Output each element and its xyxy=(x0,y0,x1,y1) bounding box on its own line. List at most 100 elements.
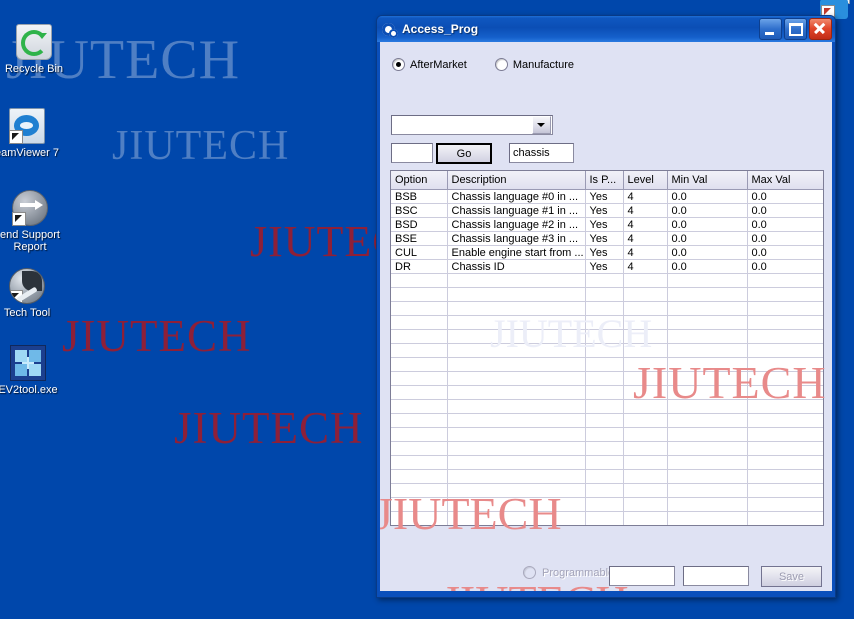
go-button[interactable]: Go xyxy=(436,143,492,164)
table-cell-max-val: 0.0 xyxy=(747,231,823,246)
desktop-icon-recycle-bin[interactable]: Recycle Bin xyxy=(0,24,72,75)
desktop-icon-label: EV2tool.exe xyxy=(0,384,58,396)
table-row-empty[interactable] xyxy=(391,371,823,386)
table-cell-empty xyxy=(447,329,586,344)
table-row-empty[interactable] xyxy=(391,399,823,414)
dialog-body: AfterMarket Manufacture Go chassis Optio… xyxy=(380,42,832,591)
table-row[interactable]: BSD Chassis language #2 in ... Yes 4 0.0 0.0 xyxy=(391,217,823,232)
table-row-empty[interactable] xyxy=(391,315,823,330)
parameters-grid[interactable]: Option Description Is P... Level Min Val… xyxy=(390,170,824,526)
table-row[interactable]: CUL Enable engine start from ... Yes 4 0.0 0.… xyxy=(391,245,823,260)
radio-manufacture[interactable]: Manufacture xyxy=(494,58,575,71)
desktop-icon-send-support-report[interactable]: end Support Report xyxy=(0,190,68,253)
table-row-empty[interactable] xyxy=(391,427,823,442)
table-cell-empty xyxy=(447,469,586,484)
table-row[interactable]: BSC Chassis language #1 in ... Yes 4 0.0 0.0 xyxy=(391,203,823,218)
table-cell-empty xyxy=(747,441,823,456)
watermark-text: JIUTECH xyxy=(62,311,252,361)
code-input[interactable] xyxy=(391,143,433,163)
table-cell-description: Chassis ID xyxy=(447,259,586,274)
table-cell-empty xyxy=(447,497,586,512)
grid-header-row: Option Description Is P... Level Min Val… xyxy=(391,171,823,190)
close-icon[interactable] xyxy=(809,18,832,40)
table-cell-empty xyxy=(447,399,586,414)
table-cell-empty xyxy=(667,287,748,302)
table-cell-empty xyxy=(585,497,624,512)
table-cell-option: BSE xyxy=(391,231,448,246)
desktop-icon-dev2tool[interactable]: EV2tool.exe xyxy=(0,345,66,396)
table-cell-empty xyxy=(585,287,624,302)
table-cell-empty xyxy=(447,301,586,316)
table-cell-empty xyxy=(623,413,668,428)
grid-col-level[interactable]: Level xyxy=(623,171,668,190)
table-cell-empty xyxy=(585,315,624,330)
table-row-empty[interactable] xyxy=(391,526,824,527)
table-cell-empty xyxy=(391,385,448,400)
table-cell-empty xyxy=(585,357,624,372)
table-row-empty[interactable] xyxy=(391,441,823,456)
desktop-icon-tech-tool[interactable]: Tech Tool xyxy=(0,268,65,319)
shortcut-arrow-icon xyxy=(10,290,23,303)
table-row-empty[interactable] xyxy=(391,511,823,525)
value1-input[interactable] xyxy=(609,566,675,586)
table-row[interactable]: DR Chassis ID Yes 4 0.0 0.0 xyxy=(391,259,823,274)
table-cell-empty xyxy=(447,413,586,428)
table-row-empty[interactable] xyxy=(391,357,823,372)
table-row-empty[interactable] xyxy=(391,469,823,484)
table-row-empty[interactable] xyxy=(391,273,823,288)
table-cell-max-val: 0.0 xyxy=(747,245,823,260)
table-cell-empty xyxy=(667,329,748,344)
grid-col-description[interactable]: Description xyxy=(447,171,586,190)
grid-col-max-val[interactable]: Max Val xyxy=(747,171,823,190)
radio-unselected-icon xyxy=(523,566,536,579)
table-cell-empty xyxy=(585,343,624,358)
save-button[interactable]: Save xyxy=(761,566,822,587)
keyword-input[interactable]: chassis xyxy=(509,143,574,163)
table-cell-empty xyxy=(585,371,624,386)
minimize-icon[interactable] xyxy=(759,18,782,40)
desktop-icon-label: Recycle Bin xyxy=(4,63,64,75)
window-titlebar[interactable]: Access_Prog xyxy=(377,16,835,42)
table-row-empty[interactable] xyxy=(391,287,823,302)
table-row-empty[interactable] xyxy=(391,483,823,498)
table-row-empty[interactable] xyxy=(391,385,823,400)
grid-col-min-val[interactable]: Min Val xyxy=(667,171,748,190)
table-row-empty[interactable] xyxy=(391,413,823,428)
table-cell-option: BSC xyxy=(391,203,448,218)
programmable-radio[interactable]: Programmable xyxy=(523,566,614,579)
table-cell-empty xyxy=(447,455,586,470)
watermark-text: JIUTECH xyxy=(112,123,290,169)
chevron-down-icon[interactable] xyxy=(532,116,551,134)
access-prog-window[interactable]: Access_Prog AfterMarket Manufacture Go c… xyxy=(376,15,836,598)
value2-input[interactable] xyxy=(683,566,749,586)
table-row-empty[interactable] xyxy=(391,329,823,344)
table-cell-empty xyxy=(623,301,668,316)
table-cell-empty xyxy=(623,455,668,470)
table-cell-empty xyxy=(747,273,823,288)
table-row-empty[interactable] xyxy=(391,343,823,358)
grid-col-option[interactable]: Option xyxy=(391,171,448,190)
table-row-empty[interactable] xyxy=(391,301,823,316)
window-title: Access_Prog xyxy=(402,22,479,36)
maximize-icon[interactable] xyxy=(784,18,807,40)
table-cell-empty xyxy=(747,385,823,400)
desktop-icon-label: Tech Tool xyxy=(3,307,51,319)
table-cell-empty xyxy=(391,511,448,525)
radio-aftermarket[interactable]: AfterMarket xyxy=(392,58,467,71)
table-row[interactable]: BSB Chassis language #0 in ... Yes 4 0.0 0.0 xyxy=(391,189,823,204)
table-cell-empty xyxy=(391,287,448,302)
ecu-select-combo[interactable] xyxy=(391,115,553,135)
table-row[interactable]: BSE Chassis language #3 in ... Yes 4 0.0 0.0 xyxy=(391,231,823,246)
table-cell-description: Chassis language #3 in ... xyxy=(447,231,586,246)
table-cell-empty xyxy=(585,469,624,484)
table-row-empty[interactable] xyxy=(391,455,823,470)
grid-col-is-p[interactable]: Is P... xyxy=(585,171,624,190)
radio-unselected-icon xyxy=(494,58,508,71)
table-cell-empty xyxy=(623,315,668,330)
table-row-empty[interactable] xyxy=(391,497,823,512)
table-cell-empty xyxy=(667,413,748,428)
desktop-icon-teamviewer[interactable]: eamViewer 7 xyxy=(0,108,65,159)
desktop[interactable]: JIUTECH JIUTECH JIUTECH JIUTECH JIUTECH … xyxy=(0,0,854,619)
table-cell-empty xyxy=(585,455,624,470)
radio-manufacture-label: Manufacture xyxy=(512,58,575,71)
